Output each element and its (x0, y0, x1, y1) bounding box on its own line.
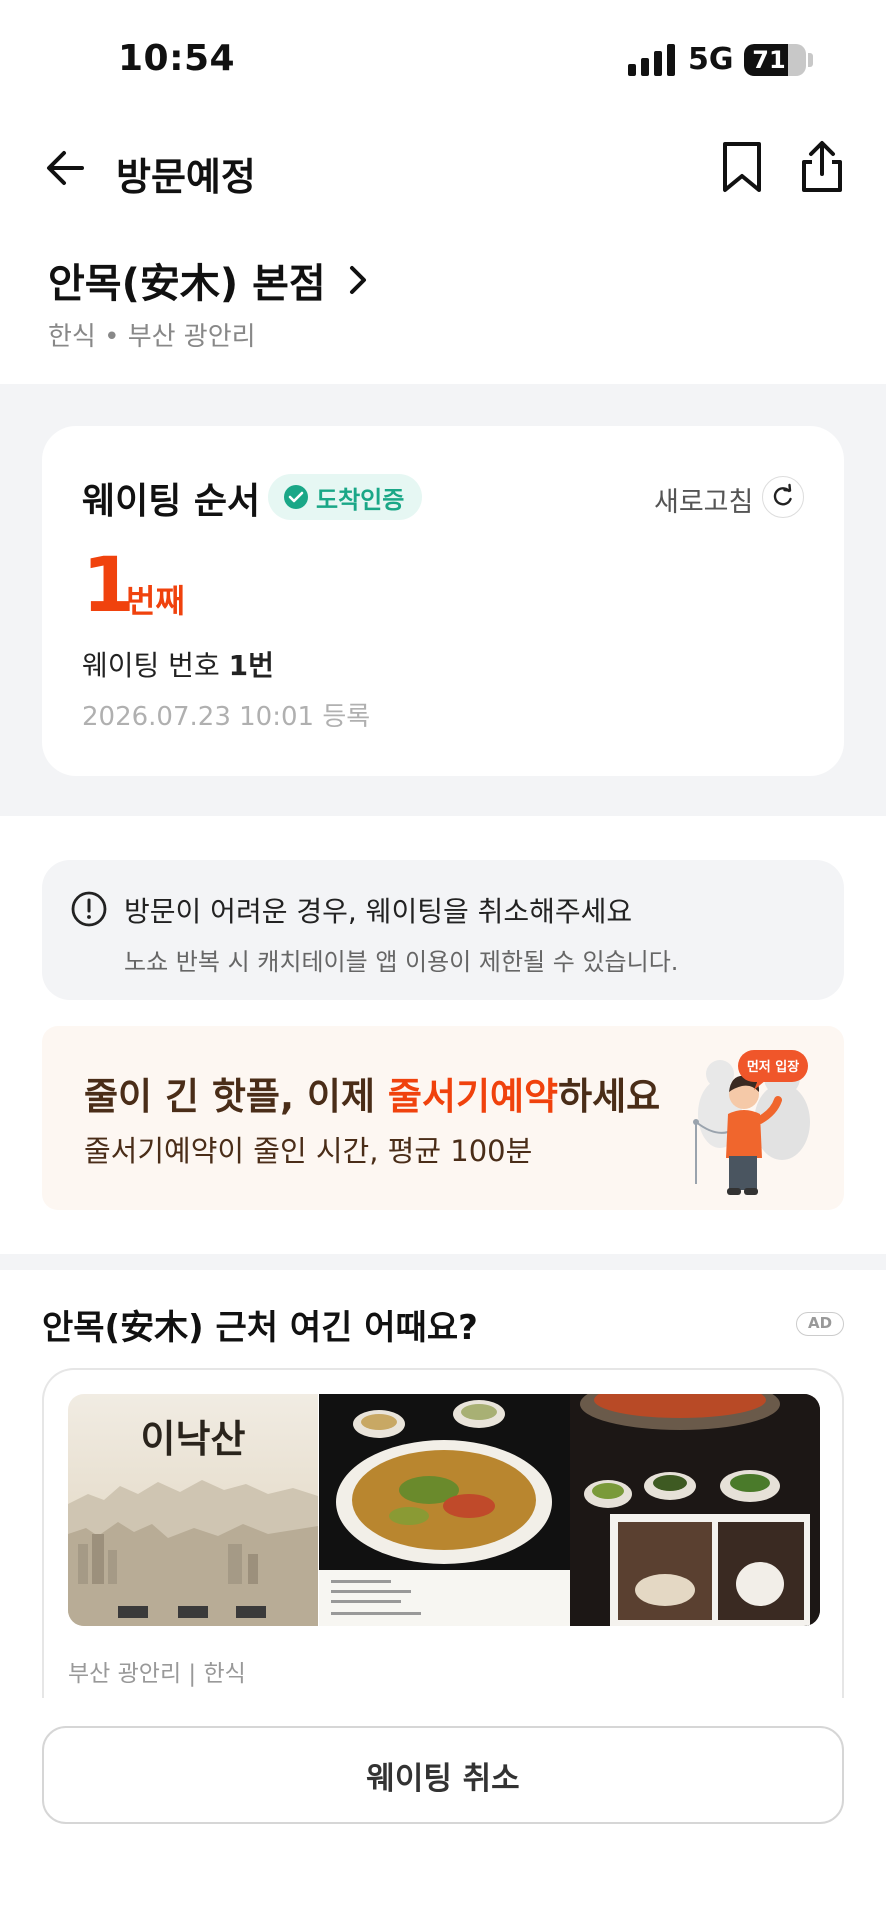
bookmark-icon (723, 142, 761, 192)
waiting-title: 웨이팅 순서 (82, 481, 261, 522)
share-icon (802, 141, 842, 192)
status-time: 10:54 (118, 38, 236, 79)
waiting-number-prefix: 웨이팅 번호 (82, 649, 229, 682)
nearby-title: 안목(安木) 근처 여긴 어때요? (42, 1308, 478, 1348)
ad-badge: AD (796, 1312, 844, 1336)
cancel-notice: 방문이 어려운 경우, 웨이팅을 취소해주세요 노쇼 반복 시 캐치테이블 앱 … (42, 860, 844, 1000)
restaurant-photos: 이낙산 (68, 1394, 820, 1626)
promo-banner[interactable]: 줄이 긴 핫플, 이제 줄서기예약하세요 줄서기예약이 줄인 시간, 평균 10… (42, 1026, 844, 1210)
arrow-left-icon (47, 151, 84, 185)
page-title: 방문예정 (116, 155, 256, 199)
share-button[interactable] (796, 138, 848, 198)
queue-person-illustration: 먼저 입장 (693, 1050, 810, 1195)
refresh-icon (773, 483, 792, 505)
arrival-badge-label: 도착인증 (316, 485, 405, 514)
promo-title-pre: 줄이 긴 핫플, 이제 (84, 1075, 388, 1118)
promo-title: 줄이 긴 핫플, 이제 줄서기예약하세요 (84, 1066, 660, 1120)
chevron-right-icon (349, 266, 366, 294)
status-bar: 10:54 5G 71 (0, 0, 886, 120)
battery-tip (808, 53, 813, 67)
store-link[interactable]: 안목(安木) 본점 (48, 252, 372, 308)
back-button[interactable] (40, 142, 92, 194)
restaurant-photo-sides (570, 1394, 820, 1626)
bookmark-button[interactable] (716, 138, 768, 198)
alert-circle-icon (71, 891, 107, 927)
nearby-card-meta: 부산 광안리 | 한식 (68, 1661, 246, 1687)
store-name: 안목(安木) 본점 (48, 261, 326, 307)
promo-title-highlight: 줄서기예약 (387, 1075, 559, 1118)
photo-sign-text: 이낙산 (141, 1416, 246, 1461)
nearby-restaurant-card[interactable]: 이낙산 부산 광안리 | 한식 (42, 1368, 844, 1698)
store-meta: 한식 • 부산 광안리 (48, 322, 256, 352)
cancel-waiting-button[interactable]: 웨이팅 취소 (42, 1726, 844, 1824)
check-circle-icon (284, 485, 308, 509)
bottom-action-bar: 웨이팅 취소 (0, 1698, 886, 1920)
notice-desc: 노쇼 반복 시 캐치테이블 앱 이용이 제한될 수 있습니다. (124, 948, 679, 976)
battery-level: 71 (752, 46, 786, 74)
battery-icon: 71 (744, 44, 806, 76)
section-divider (0, 1254, 886, 1270)
refresh-button[interactable] (762, 476, 804, 518)
promo-bubble-text: 먼저 입장 (747, 1059, 799, 1075)
waiting-card: 웨이팅 순서 도착인증 새로고침 1 번째 웨이팅 번호 1번 2026.07.… (42, 426, 844, 776)
network-label: 5G (688, 42, 734, 77)
app-header: 방문예정 (0, 120, 886, 220)
restaurant-photo-pancake (319, 1394, 570, 1626)
promo-subtitle: 줄서기예약이 줄인 시간, 평균 100분 (84, 1134, 533, 1168)
waiting-number: 웨이팅 번호 1번 (82, 644, 274, 684)
restaurant-photo-sign: 이낙산 (68, 1394, 318, 1626)
signal-icon (628, 44, 676, 76)
waiting-order-unit: 번째 (126, 582, 185, 620)
refresh-label[interactable]: 새로고침 (654, 480, 753, 519)
promo-title-post: 하세요 (558, 1075, 661, 1118)
registered-time: 2026.07.23 10:01 등록 (82, 702, 371, 732)
waiting-number-value: 1번 (228, 649, 274, 682)
notice-title: 방문이 어려운 경우, 웨이팅을 취소해주세요 (124, 895, 633, 928)
arrival-badge[interactable]: 도착인증 (268, 474, 423, 520)
